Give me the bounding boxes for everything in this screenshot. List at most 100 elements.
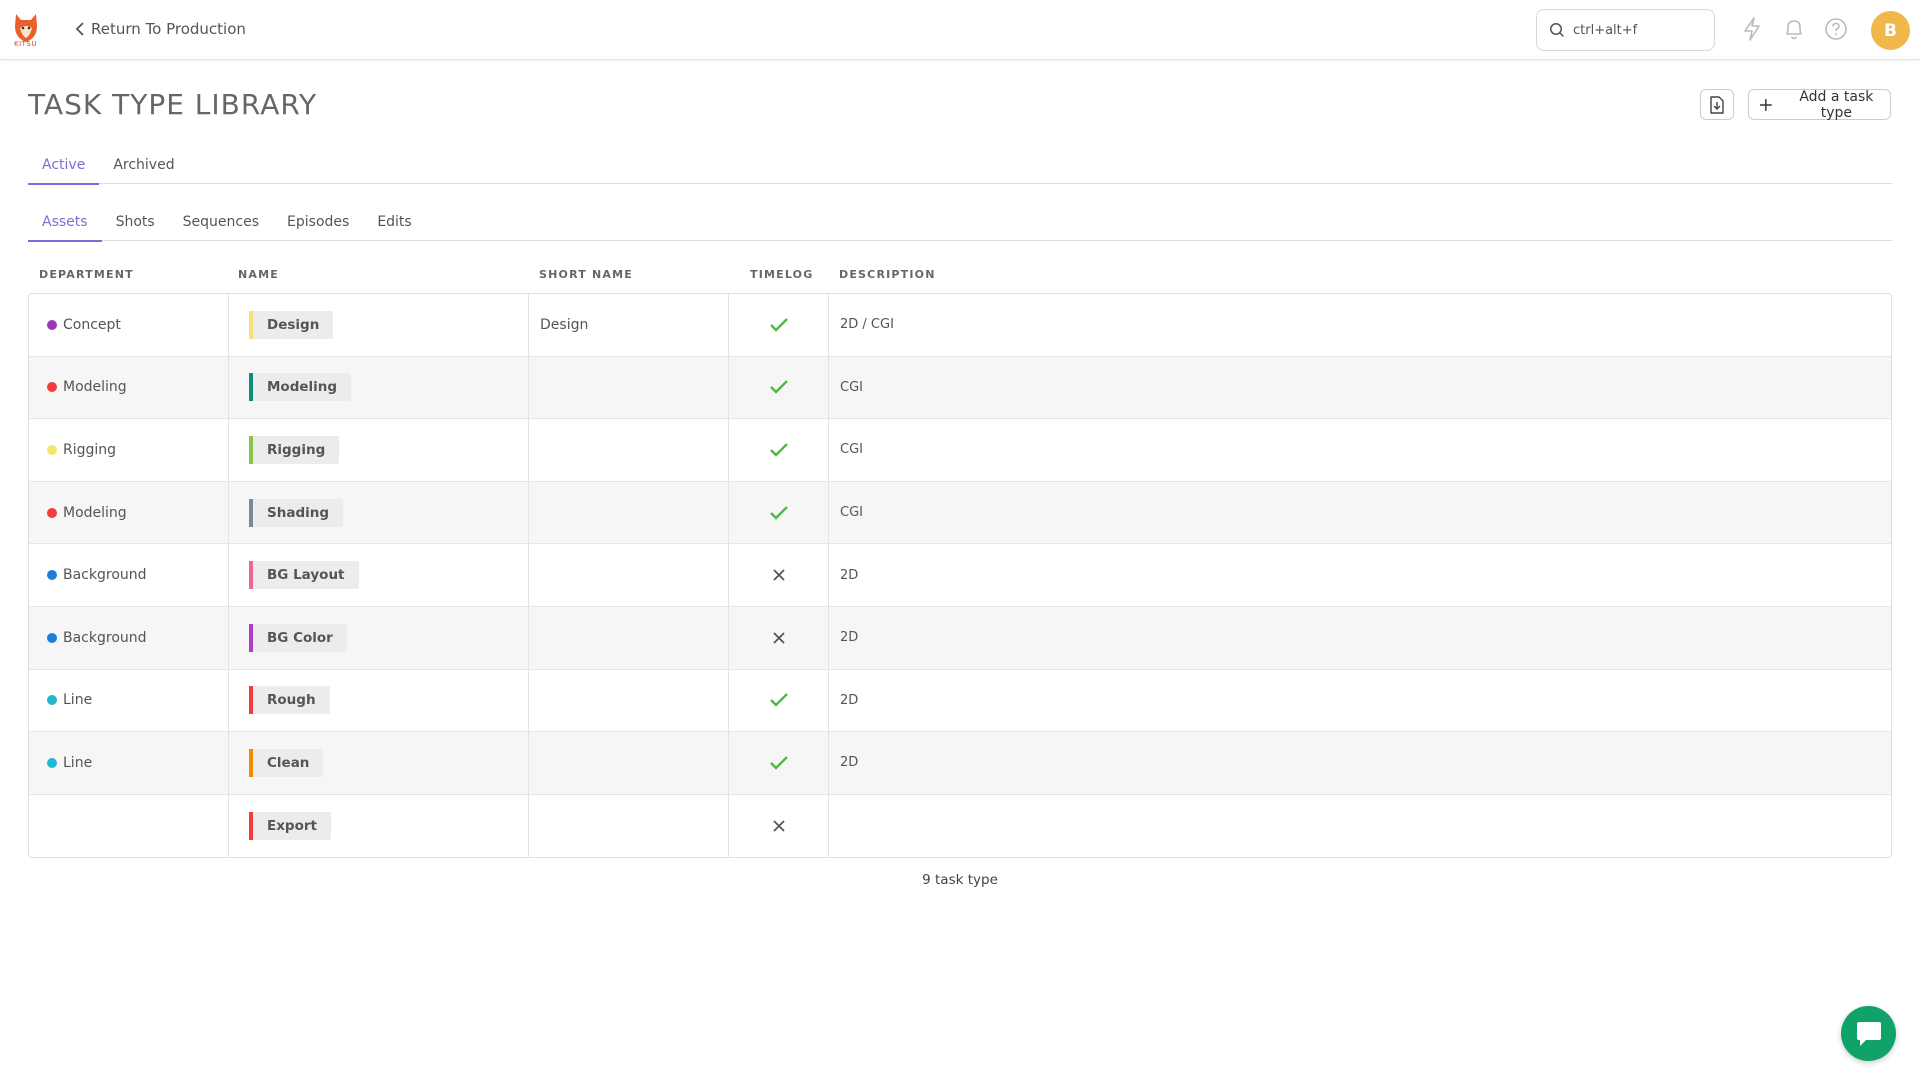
- department-cell: Modeling: [29, 481, 229, 544]
- task-type-table: Concept Design Design 2D / CGI Modeling Model…: [28, 293, 1892, 858]
- tab-edits[interactable]: Edits: [363, 207, 425, 241]
- header-description[interactable]: DESCRIPTION: [839, 268, 936, 281]
- chat-button[interactable]: [1841, 1006, 1896, 1061]
- task-type-color-bar: [249, 498, 253, 527]
- timelog-cross-icon: [729, 544, 829, 606]
- description-cell: CGI: [840, 379, 863, 395]
- timelog-cross-icon: [729, 606, 829, 669]
- timelog-check-icon: [729, 419, 829, 481]
- name-cell: Design: [229, 294, 529, 356]
- search-box[interactable]: [1536, 9, 1715, 51]
- task-type-color-bar: [249, 561, 253, 590]
- department-label: Rigging: [63, 441, 117, 458]
- short-name-cell: Design: [529, 294, 729, 356]
- department-cell: Modeling: [29, 356, 229, 419]
- task-type-tag[interactable]: Export: [249, 812, 331, 841]
- page-title: TASK TYPE LIBRARY: [28, 88, 318, 121]
- short-name-cell: [529, 481, 729, 544]
- name-cell: Shading: [229, 481, 529, 544]
- header-department[interactable]: DEPARTMENT: [39, 268, 134, 281]
- header-name[interactable]: NAME: [238, 268, 279, 281]
- description-cell: CGI: [840, 442, 863, 458]
- logo-text: KITSU: [14, 40, 37, 48]
- department-label: Modeling: [63, 379, 127, 396]
- task-type-color-bar: [249, 373, 253, 402]
- tab-archived[interactable]: Archived: [99, 150, 188, 184]
- department-color-dot: [47, 382, 57, 393]
- table-row[interactable]: Background BG Layout 2D: [29, 544, 1891, 607]
- name-cell: Modeling: [229, 356, 529, 419]
- department-color-dot: [47, 319, 57, 330]
- task-type-tag[interactable]: Shading: [249, 498, 344, 527]
- task-type-tag[interactable]: Design: [249, 310, 334, 339]
- department-label: Concept: [63, 316, 121, 333]
- department-color-dot: [47, 757, 57, 768]
- name-cell: BG Layout: [229, 544, 529, 606]
- status-tabs: Active Archived: [28, 150, 1892, 185]
- table-row[interactable]: Line Clean 2D: [29, 732, 1891, 795]
- search-input[interactable]: [1573, 22, 1703, 38]
- task-type-tag[interactable]: Modeling: [249, 373, 352, 402]
- table-row[interactable]: Concept Design Design 2D / CGI: [29, 294, 1891, 357]
- help-icon[interactable]: [1823, 16, 1849, 42]
- task-type-name: Rigging: [267, 441, 326, 458]
- tab-assets[interactable]: Assets: [28, 207, 102, 242]
- department-color-dot: [47, 444, 57, 455]
- name-cell: Rigging: [229, 419, 529, 481]
- task-type-tag[interactable]: BG Color: [249, 623, 347, 652]
- short-name-cell: [529, 544, 729, 606]
- task-type-color-bar: [249, 812, 253, 841]
- task-type-tag[interactable]: BG Layout: [249, 561, 359, 590]
- plus-icon: [1759, 98, 1772, 111]
- department-cell: Background: [29, 544, 229, 606]
- short-name-cell: [529, 356, 729, 419]
- tab-shots[interactable]: Shots: [102, 207, 169, 241]
- name-cell: Export: [229, 794, 529, 857]
- department-label: Modeling: [63, 504, 127, 521]
- task-type-name: Export: [267, 818, 317, 835]
- department-color-dot: [47, 695, 57, 706]
- table-row[interactable]: Modeling Shading CGI: [29, 481, 1891, 545]
- top-bar: KITSU Return To Production B: [0, 0, 1920, 60]
- task-type-color-bar: [249, 748, 253, 777]
- add-task-type-label: Add a task type: [1799, 88, 1874, 121]
- department-color-dot: [47, 507, 57, 518]
- header-timelog[interactable]: TIMELOG: [750, 268, 813, 281]
- timelog-check-icon: [729, 356, 829, 419]
- department-color-dot: [47, 570, 57, 581]
- table-row[interactable]: Rigging Rigging CGI: [29, 419, 1891, 482]
- timelog-check-icon: [729, 732, 829, 794]
- return-to-production-link[interactable]: Return To Production: [75, 19, 246, 39]
- description-cell: 2D: [840, 692, 859, 708]
- entity-tabs: Assets Shots Sequences Episodes Edits: [28, 207, 1892, 242]
- name-cell: Clean: [229, 732, 529, 794]
- lightning-icon[interactable]: [1739, 16, 1765, 42]
- description-cell: 2D: [840, 755, 859, 771]
- short-name-cell: [529, 606, 729, 669]
- table-row[interactable]: Modeling Modeling CGI: [29, 356, 1891, 420]
- task-type-tag[interactable]: Rough: [249, 686, 330, 715]
- task-type-name: Rough: [267, 692, 316, 709]
- department-label: Line: [63, 692, 93, 709]
- user-avatar[interactable]: B: [1871, 11, 1910, 50]
- bell-icon[interactable]: [1781, 16, 1807, 42]
- task-type-tag[interactable]: Clean: [249, 748, 324, 777]
- import-file-icon: [1710, 95, 1724, 114]
- description-cell: 2D: [840, 567, 859, 583]
- table-row[interactable]: Export: [29, 794, 1891, 857]
- task-type-tag[interactable]: Rigging: [249, 435, 340, 464]
- description-cell: CGI: [840, 505, 863, 521]
- timelog-check-icon: [729, 294, 829, 356]
- task-type-color-bar: [249, 623, 253, 652]
- department-cell: Line: [29, 669, 229, 732]
- import-button[interactable]: [1700, 89, 1734, 120]
- tab-episodes[interactable]: Episodes: [273, 207, 363, 241]
- department-cell: Concept: [29, 294, 229, 356]
- table-row[interactable]: Line Rough 2D: [29, 669, 1891, 733]
- header-short-name[interactable]: SHORT NAME: [539, 268, 633, 281]
- add-task-type-button[interactable]: Add a task type: [1748, 88, 1891, 121]
- tab-active[interactable]: Active: [28, 150, 100, 185]
- table-row[interactable]: Background BG Color 2D: [29, 606, 1891, 670]
- department-label: Background: [63, 567, 147, 584]
- tab-sequences[interactable]: Sequences: [169, 207, 273, 241]
